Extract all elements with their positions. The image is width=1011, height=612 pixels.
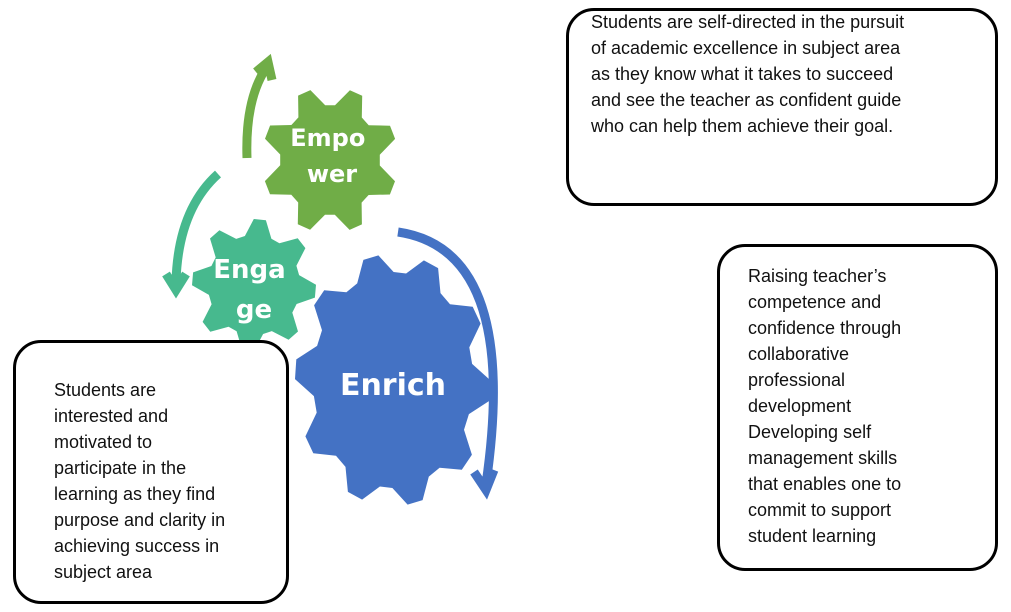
engage-description: Students are interested and motivated to…: [54, 380, 226, 582]
enrich-label: Enrich: [340, 368, 446, 403]
empower-cycle-arrow: [242, 53, 277, 159]
enrich-description: Raising teacher’s competence and confide…: [748, 266, 902, 546]
engage-gear: [192, 219, 316, 351]
empower-description-box: Students are self-directed in the pursui…: [566, 8, 998, 206]
enrich-description-box: Raising teacher’s competence and confide…: [717, 244, 998, 571]
engage-description-box: Students are interested and motivated to…: [13, 340, 289, 604]
empower-description: Students are self-directed in the pursui…: [591, 12, 905, 136]
